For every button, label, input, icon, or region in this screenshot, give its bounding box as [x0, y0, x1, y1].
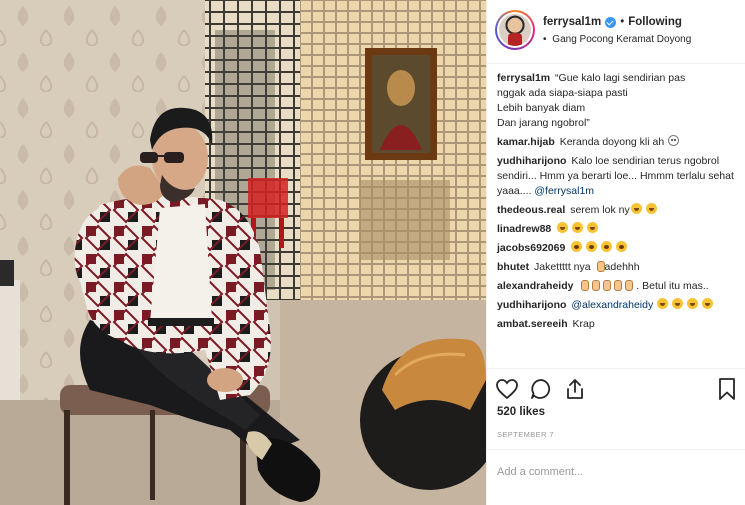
location-dot: • [543, 34, 547, 45]
laughing-emoji-icon [672, 298, 684, 309]
comment-text: . Betul itu mas.. [636, 280, 709, 292]
comment-username[interactable]: alexandraheidy [497, 280, 573, 292]
thumbs-up-emoji-icon [579, 279, 590, 291]
comment-text: serem lok ny [570, 204, 630, 216]
following-button[interactable]: Following [628, 16, 682, 28]
comment-username[interactable]: bhutet [497, 261, 529, 273]
comment-text: Jakettttt nya [534, 261, 591, 273]
likes-count[interactable]: 520 likes [497, 406, 545, 418]
separator-dot: • [620, 16, 625, 28]
comment-username[interactable]: yudhiharijono [497, 299, 566, 311]
add-comment-area [487, 449, 745, 505]
comment-input[interactable] [497, 464, 727, 480]
bookmark-icon[interactable] [715, 377, 739, 401]
share-icon[interactable] [563, 377, 587, 401]
laughing-emoji-icon [630, 203, 642, 214]
comment-text: Krap [572, 318, 595, 330]
post-photo[interactable] [0, 0, 486, 505]
caption-line-1: “Gue kalo lagi sendirian pas [555, 72, 686, 84]
comment-item: alexandraheidy . Betul itu mas.. [497, 279, 734, 294]
instagram-post: ferrysal1m • Following • Gang Pocong Ker… [0, 0, 745, 505]
laughing-emoji-icon [572, 222, 584, 233]
comment-icon[interactable] [529, 377, 553, 401]
laughing-emoji-icon [687, 298, 698, 309]
thumbs-up-emoji-icon [623, 279, 634, 291]
pointing-hand-emoji-icon [595, 260, 605, 272]
laughing-emoji-icon [645, 203, 657, 214]
caption: ferrysal1m “Gue kalo lagi sendirian pas … [497, 71, 734, 131]
thumbs-up-emoji-icon [601, 279, 612, 291]
comment-item: ambat.sereeih Krap [497, 317, 734, 332]
caption-line-4: Dan jarang ngobrol” [497, 117, 590, 129]
comment-username[interactable]: ambat.sereeih [497, 318, 568, 330]
comments-list[interactable]: ferrysal1m “Gue kalo lagi sendirian pas … [487, 65, 745, 368]
thumbs-up-emoji-icon [612, 279, 623, 291]
laughing-emoji-icon [587, 222, 599, 233]
comment-username[interactable]: yudhiharijono [497, 155, 566, 167]
location-line: • Gang Pocong Keramat Doyong [543, 34, 691, 45]
grimace-emoji-icon [616, 241, 627, 252]
grimace-emoji-icon [586, 241, 598, 252]
comment-username[interactable]: ferrysal1m [497, 72, 550, 84]
post-photo-illustration [0, 0, 486, 505]
grimace-emoji-icon [571, 241, 583, 252]
laughing-emoji-icon [701, 298, 713, 309]
username-link[interactable]: ferrysal1m [543, 16, 601, 28]
comment-text-2: adehhh [604, 261, 640, 273]
comment-item: kamar.hijab Keranda doyong kli ah [497, 135, 734, 150]
avatar-image [499, 14, 531, 46]
comment-username[interactable]: kamar.hijab [497, 136, 555, 148]
comment-item: linadrew88 [497, 222, 734, 237]
ghost-emoji-icon [668, 135, 680, 146]
verified-badge-icon [605, 16, 617, 28]
avatar[interactable] [495, 10, 535, 50]
location-link[interactable]: Gang Pocong Keramat Doyong [552, 34, 691, 45]
grimace-emoji-icon [601, 241, 613, 252]
heart-icon[interactable] [495, 377, 519, 401]
comment-item: yudhiharijono @alexandraheidy [497, 298, 734, 313]
comment-item: thedeous.real serem lok ny [497, 203, 734, 218]
post-date[interactable]: SEPTEMBER 7 [497, 430, 554, 439]
comment-username[interactable]: linadrew88 [497, 223, 551, 235]
post-side-panel: ferrysal1m • Following • Gang Pocong Ker… [486, 0, 745, 505]
post-header: ferrysal1m • Following • Gang Pocong Ker… [487, 0, 745, 64]
thumbs-up-emoji-icon [590, 279, 601, 291]
mention-link[interactable]: @ferrysal1m [534, 185, 594, 197]
comment-item: bhutet Jakettttt nya adehhh [497, 260, 734, 275]
user-line: ferrysal1m • Following [543, 16, 682, 28]
laughing-emoji-icon [657, 298, 669, 309]
comment-item: yudhiharijono Kalo loe sendirian terus n… [497, 154, 734, 199]
caption-line-3: Lebih banyak diam [497, 102, 586, 114]
mention-link[interactable]: @alexandraheidy [571, 299, 653, 311]
caption-line-2: nggak ada siapa-siapa pasti [497, 87, 628, 99]
laughing-emoji-icon [557, 222, 569, 233]
comment-username[interactable]: jacobs692069 [497, 242, 565, 254]
comment-text: Keranda doyong kli ah [559, 136, 665, 148]
action-bar [487, 368, 745, 410]
comment-username[interactable]: thedeous.real [497, 204, 565, 216]
comment-item: jacobs692069 [497, 241, 734, 256]
